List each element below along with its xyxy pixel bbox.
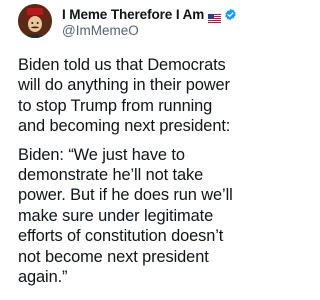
text-line: and becoming next president: (18, 117, 231, 136)
tweet-header: I Meme Therefore I Am @ImMemeO (18, 4, 268, 44)
text-line: Biden: “We just have to (18, 145, 185, 164)
display-name-row: I Meme Therefore I Am (62, 6, 272, 23)
avatar-image (18, 4, 52, 38)
tweet-card: I Meme Therefore I Am @ImMemeO Biden tol… (0, 0, 278, 300)
author-display-name[interactable]: I Meme Therefore I Am (62, 7, 204, 22)
tweet-paragraph: Biden: “We just have to demonstrate he’l… (18, 145, 270, 288)
text-line: not become next president (18, 247, 209, 266)
text-line: efforts of constitution doesn’t (18, 227, 224, 246)
tweet-paragraph: Biden told us that Democrats will do any… (18, 55, 270, 137)
text-line: power. But if he does run we’ll (18, 186, 233, 205)
flag-us-icon (208, 10, 222, 23)
text-line: again.” (18, 268, 68, 287)
author-names: I Meme Therefore I Am @ImMemeO (62, 6, 272, 39)
verified-badge-icon (224, 8, 237, 21)
text-line: to stop Trump from running (18, 96, 213, 115)
tweet-text: Biden told us that Democrats will do any… (18, 55, 270, 287)
avatar[interactable] (18, 4, 52, 38)
text-line: Biden told us that Democrats (18, 56, 226, 74)
text-line: make sure under legitimate (18, 206, 214, 225)
text-line: demonstrate he’ll not take (18, 166, 204, 185)
text-line: will do anything in their power (18, 76, 230, 95)
author-handle[interactable]: @ImMemeO (62, 23, 272, 39)
